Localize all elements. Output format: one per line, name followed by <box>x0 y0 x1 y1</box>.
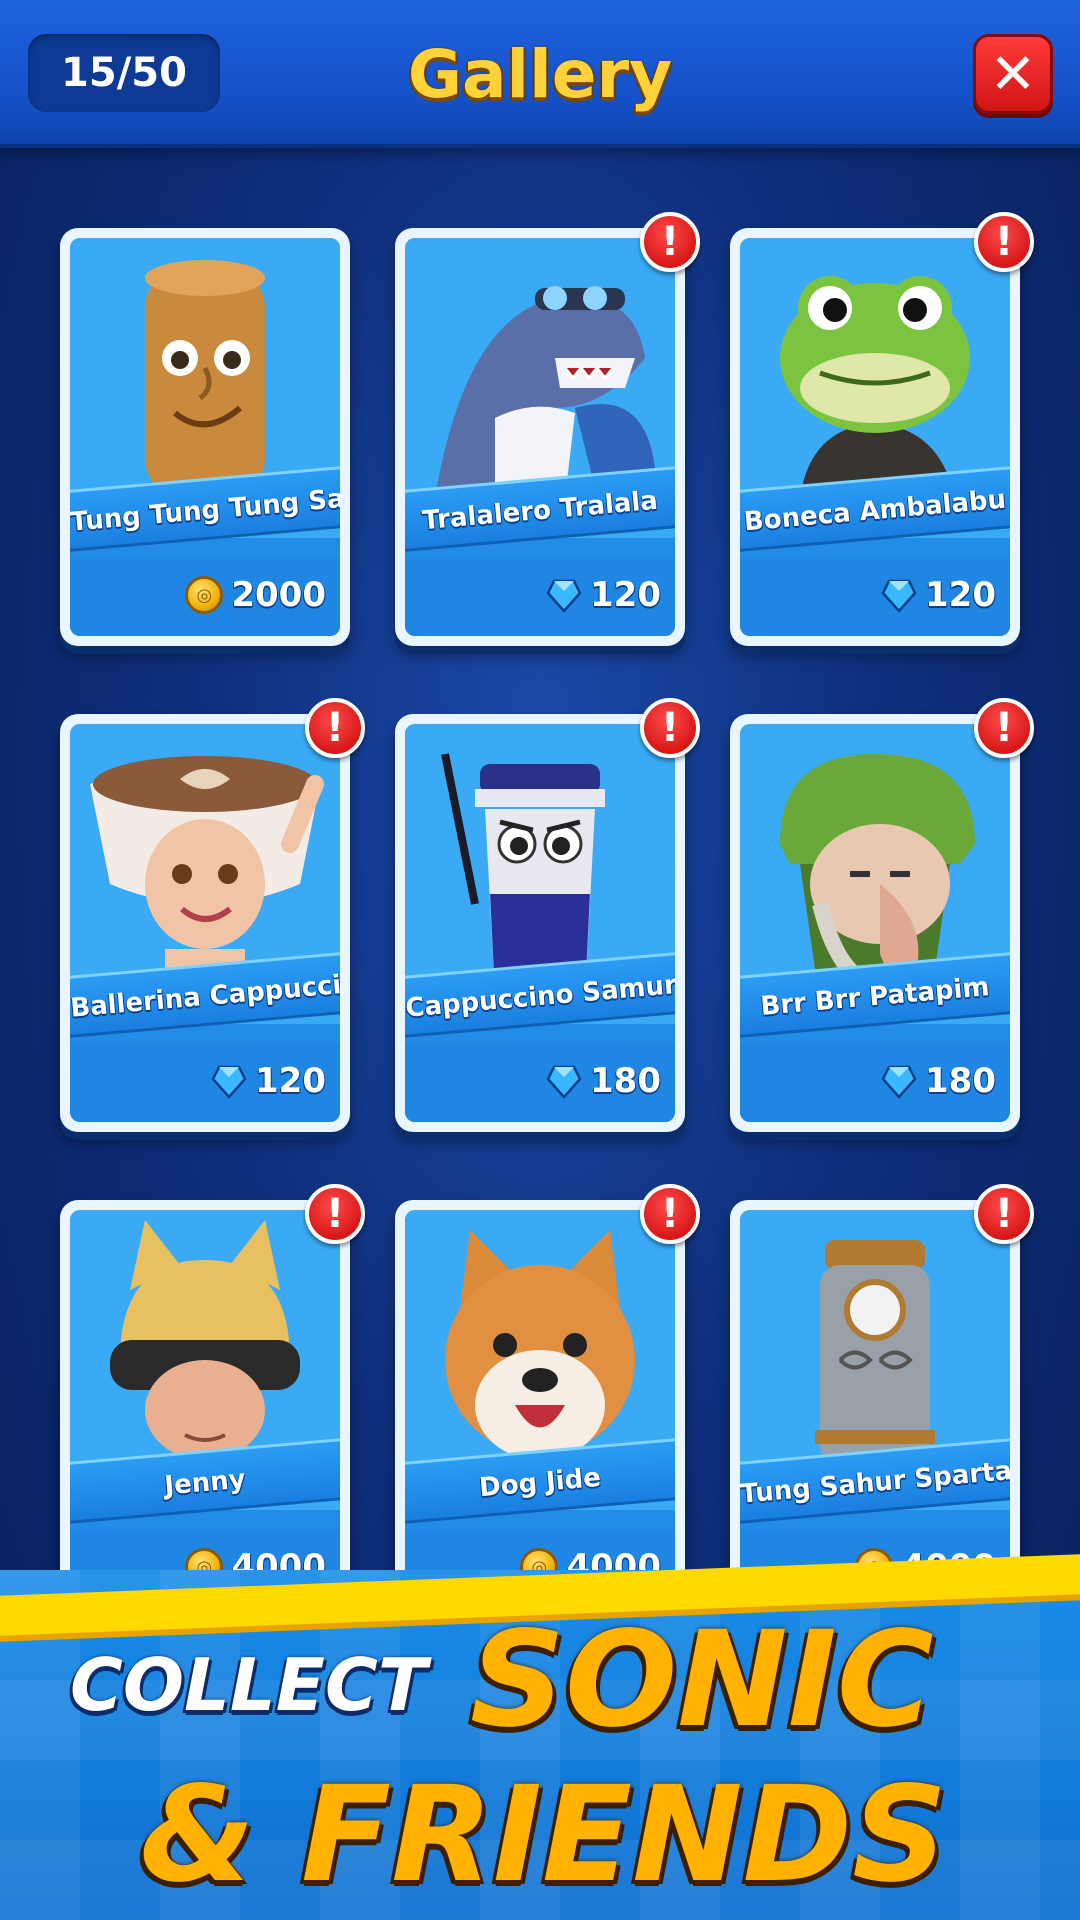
alert-icon: ! <box>325 705 345 751</box>
banner-friends-text: & FRIENDS <box>140 1758 948 1912</box>
gem-icon <box>546 579 582 613</box>
new-alert-badge: ! <box>974 1184 1034 1244</box>
close-icon: ✕ <box>989 41 1037 107</box>
alert-icon: ! <box>660 1191 680 1237</box>
card-inner: Dog Jide ◎ 4000 <box>405 1210 675 1608</box>
gem-icon <box>881 1065 917 1099</box>
price: 180 <box>881 1056 996 1106</box>
banner-sonic-text: SONIC <box>470 1603 934 1757</box>
alert-icon: ! <box>994 219 1014 265</box>
new-alert-badge: ! <box>305 698 365 758</box>
card-inner: Brr Brr Patapim 180 <box>740 724 1010 1122</box>
close-button[interactable]: ✕ <box>973 34 1053 114</box>
price: 180 <box>546 1056 661 1106</box>
character-card[interactable]: Tung Sahur Sparta ◎ 4000 <box>730 1200 1020 1618</box>
character-card[interactable]: Boneca Ambalabu 120 <box>730 228 1020 646</box>
page-title: Gallery <box>407 36 673 113</box>
price: ◎ 2000 <box>185 570 326 620</box>
card-inner: Tralalero Tralala 120 <box>405 238 675 636</box>
price: 120 <box>881 570 996 620</box>
alert-icon: ! <box>994 1191 1014 1237</box>
character-card[interactable]: Tung Tung Tung Sahur ◎ 2000 <box>60 228 350 646</box>
card-inner: Jenny ◎ 4000 <box>70 1210 340 1608</box>
new-alert-badge: ! <box>640 698 700 758</box>
alert-icon: ! <box>994 705 1014 751</box>
character-card[interactable]: Jenny ◎ 4000 <box>60 1200 350 1618</box>
coin-icon: ◎ <box>185 576 224 614</box>
card-inner: Ballerina Cappuccina 120 <box>70 724 340 1122</box>
price-value: 180 <box>925 1061 996 1101</box>
alert-icon: ! <box>660 705 680 751</box>
header-bar: 15/50 Gallery ✕ <box>0 0 1080 148</box>
price-value: 120 <box>255 1061 326 1101</box>
banner-collect-text: COLLECT <box>70 1643 427 1727</box>
new-alert-badge: ! <box>305 1184 365 1244</box>
character-card[interactable]: Dog Jide ◎ 4000 <box>395 1200 685 1618</box>
price-value: 120 <box>590 575 661 615</box>
price-value: 120 <box>925 575 996 615</box>
gem-icon <box>546 1065 582 1099</box>
new-alert-badge: ! <box>640 212 700 272</box>
new-alert-badge: ! <box>974 698 1034 758</box>
new-alert-badge: ! <box>640 1184 700 1244</box>
price-value: 180 <box>590 1061 661 1101</box>
price-value: 2000 <box>231 575 326 615</box>
alert-icon: ! <box>660 219 680 265</box>
card-inner: Tung Tung Tung Sahur ◎ 2000 <box>70 238 340 636</box>
card-inner: Boneca Ambalabu 120 <box>740 238 1010 636</box>
alert-icon: ! <box>325 1191 345 1237</box>
character-card[interactable]: Brr Brr Patapim 180 <box>730 714 1020 1132</box>
gem-icon <box>211 1065 247 1099</box>
price: 120 <box>546 570 661 620</box>
card-inner: Tung Sahur Sparta ◎ 4000 <box>740 1210 1010 1608</box>
character-card[interactable]: Cappuccino Samurai 180 <box>395 714 685 1132</box>
new-alert-badge: ! <box>974 212 1034 272</box>
gem-icon <box>881 579 917 613</box>
card-inner: Cappuccino Samurai 180 <box>405 724 675 1122</box>
character-card[interactable]: Tralalero Tralala 120 <box>395 228 685 646</box>
price: 120 <box>211 1056 326 1106</box>
collection-counter: 15/50 <box>28 34 220 112</box>
character-card[interactable]: Ballerina Cappuccina 120 <box>60 714 350 1132</box>
